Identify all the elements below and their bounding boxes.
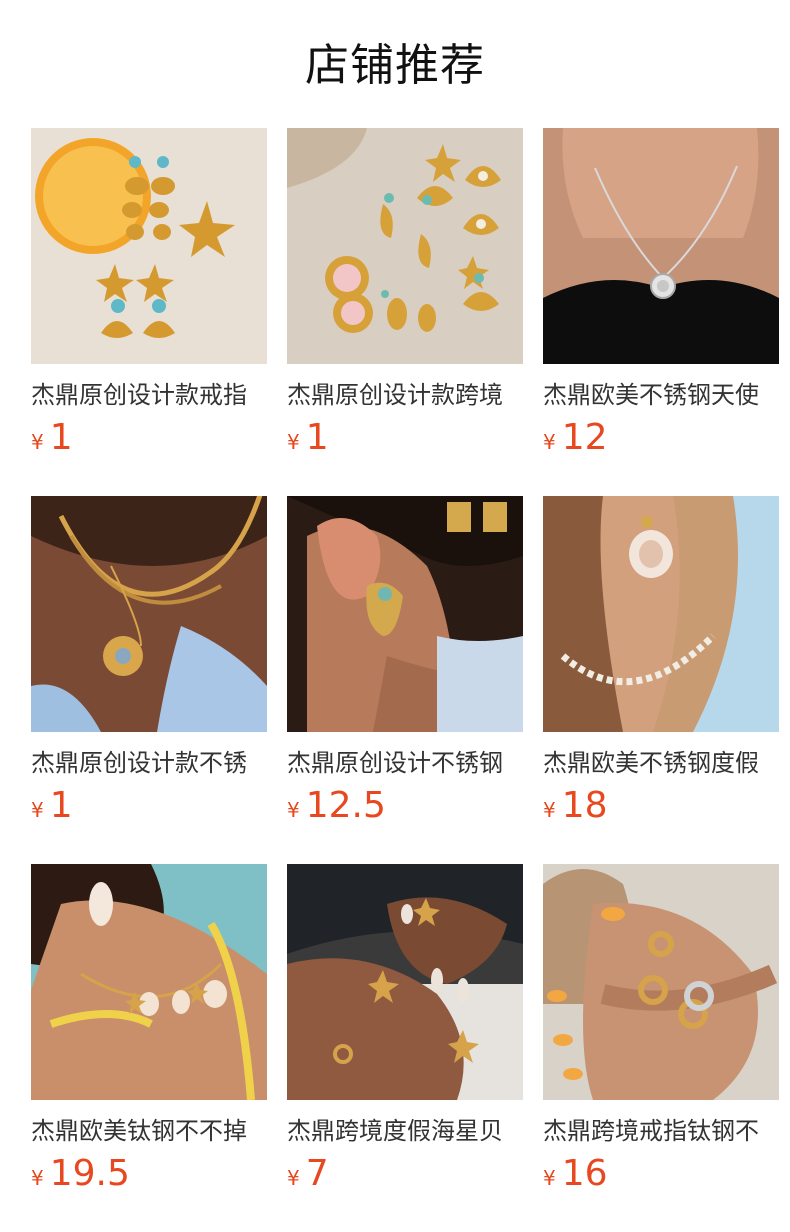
coin-necklace-image xyxy=(543,128,779,364)
stacked-rings-image xyxy=(543,864,779,1100)
product-price: 7 xyxy=(305,1153,329,1194)
product-card[interactable]: 杰鼎欧美不锈钢度假 ¥18 xyxy=(543,496,779,864)
product-card[interactable]: 杰鼎欧美钛钢不不掉 ¥19.5 xyxy=(31,864,267,1232)
product-title[interactable]: 杰鼎原创设计不锈钢 xyxy=(287,746,523,780)
product-image[interactable] xyxy=(31,128,267,364)
product-title[interactable]: 杰鼎原创设计款戒指 xyxy=(31,378,267,412)
shell-earring-image xyxy=(287,496,523,732)
product-price: 12 xyxy=(561,417,608,458)
currency-symbol: ¥ xyxy=(543,1166,556,1190)
price-row: ¥12.5 xyxy=(287,786,523,826)
product-price: 18 xyxy=(561,785,608,826)
shell-jewelry-image xyxy=(287,128,523,364)
product-price: 12.5 xyxy=(305,785,386,826)
product-title[interactable]: 杰鼎跨境度假海星贝 xyxy=(287,1114,523,1148)
price-row: ¥16 xyxy=(543,1154,779,1194)
product-image[interactable] xyxy=(31,496,267,732)
product-title[interactable]: 杰鼎跨境戒指钛钢不 xyxy=(543,1114,779,1148)
product-image[interactable] xyxy=(543,864,779,1100)
product-title[interactable]: 杰鼎原创设计款不锈 xyxy=(31,746,267,780)
currency-symbol: ¥ xyxy=(287,1166,300,1190)
price-row: ¥1 xyxy=(287,418,523,458)
product-price: 19.5 xyxy=(49,1153,130,1194)
currency-symbol: ¥ xyxy=(31,430,44,454)
starfish-earrings-image xyxy=(31,128,267,364)
product-card[interactable]: 杰鼎原创设计不锈钢 ¥12.5 xyxy=(287,496,523,864)
price-row: ¥12 xyxy=(543,418,779,458)
product-price: 16 xyxy=(561,1153,608,1194)
starfish-rings-image xyxy=(287,864,523,1100)
product-card[interactable]: 杰鼎跨境度假海星贝 ¥7 xyxy=(287,864,523,1232)
page-title: 店铺推荐 xyxy=(305,40,485,91)
product-image[interactable] xyxy=(543,496,779,732)
seashell-charm-necklace-image xyxy=(31,864,267,1100)
product-grid: 杰鼎原创设计款戒指 ¥1 杰鼎原创设计款跨境 ¥ 1 杰鼎欧美不锈钢天使 ¥ 1… xyxy=(31,128,790,1232)
currency-symbol: ¥ xyxy=(31,1166,44,1190)
product-card[interactable]: 杰鼎原创设计款不锈 ¥1 xyxy=(31,496,267,864)
product-price: 1 xyxy=(305,417,329,458)
currency-symbol: ¥ xyxy=(543,430,556,454)
currency-symbol: ¥ xyxy=(287,798,300,822)
product-price: 1 xyxy=(49,417,73,458)
currency-symbol: ¥ xyxy=(31,798,44,822)
currency-symbol: ¥ xyxy=(543,798,556,822)
product-title[interactable]: 杰鼎欧美不锈钢度假 xyxy=(543,746,779,780)
price-row: ¥7 xyxy=(287,1154,523,1194)
product-card[interactable]: 杰鼎跨境戒指钛钢不 ¥16 xyxy=(543,864,779,1232)
product-title[interactable]: 杰鼎原创设计款跨境 xyxy=(287,378,523,412)
product-card[interactable]: 杰鼎原创设计款戒指 ¥1 xyxy=(31,128,267,496)
currency-symbol: ¥ xyxy=(287,430,300,454)
product-image[interactable] xyxy=(31,864,267,1100)
product-image[interactable] xyxy=(543,128,779,364)
product-title[interactable]: 杰鼎欧美不锈钢天使 xyxy=(543,378,779,412)
product-card[interactable]: 杰鼎原创设计款跨境 ¥1 xyxy=(287,128,523,496)
product-title[interactable]: 杰鼎欧美钛钢不不掉 xyxy=(31,1114,267,1148)
product-image[interactable] xyxy=(287,128,523,364)
price-row: ¥1 xyxy=(31,786,267,826)
price-row: ¥19.5 xyxy=(31,1154,267,1194)
product-image[interactable] xyxy=(287,496,523,732)
product-price: 1 xyxy=(49,785,73,826)
layered-necklace-image xyxy=(31,496,267,732)
product-card[interactable]: 杰鼎欧美不锈钢天使 ¥12 xyxy=(543,128,779,496)
price-row: ¥18 xyxy=(543,786,779,826)
bead-necklace-image xyxy=(543,496,779,732)
price-row: ¥1 xyxy=(31,418,267,458)
product-image[interactable] xyxy=(287,864,523,1100)
